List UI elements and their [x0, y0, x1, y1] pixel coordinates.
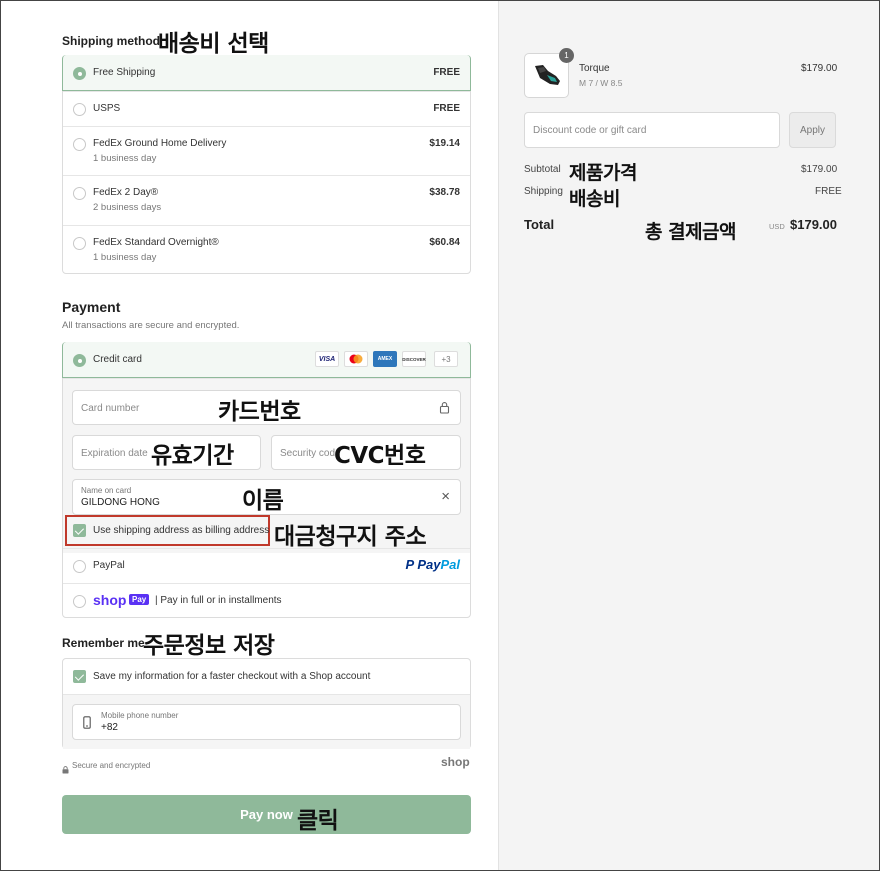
credit-card-label: Credit card: [93, 354, 142, 365]
secure-text: Secure and encrypted: [72, 761, 151, 770]
radio-button[interactable]: [73, 595, 86, 608]
paypal-logo: P PayPal: [406, 557, 460, 572]
shipping-option-detail: 1 business day: [93, 153, 157, 164]
shipping-option-price: FREE: [433, 103, 460, 114]
shipping-options-box: Free Shipping FREE USPS FREE FedEx Groun…: [62, 55, 471, 274]
security-code-placeholder: Security code: [280, 448, 341, 459]
radio-button[interactable]: [73, 354, 86, 367]
total-annotation: 총 결제금액: [645, 221, 737, 243]
save-info-checkbox[interactable]: [73, 670, 86, 683]
shop-pay-badge: Pay: [129, 594, 150, 605]
shipping-option-label: USPS: [93, 103, 121, 114]
billing-checkbox-label: Use shipping address as billing address: [93, 525, 270, 536]
product-price: $179.00: [801, 63, 838, 74]
payment-subtitle: All transactions are secure and encrypte…: [62, 320, 240, 331]
phone-icon: [83, 716, 91, 734]
payment-option-paypal[interactable]: PayPal P PayPal: [63, 548, 470, 583]
shipping-option-price: $60.84: [429, 237, 460, 248]
shipping-cost-annotation: 배송비: [569, 188, 620, 210]
discover-icon: DISCOVER: [402, 351, 426, 367]
shipping-option-label: FedEx Ground Home Delivery: [93, 138, 227, 149]
mobile-phone-field[interactable]: Mobile phone number +82: [72, 704, 461, 740]
security-code-annotation: CVC번호: [334, 443, 426, 469]
card-number-annotation: 카드번호: [218, 399, 301, 425]
shipping-option-label: FedEx Standard Overnight®: [93, 237, 219, 248]
payment-option-shop-pay[interactable]: shop Pay | Pay in full or in installment…: [63, 583, 470, 618]
total-label: Total: [524, 217, 555, 232]
payment-methods-box: Credit card VISA AMEX DISCOVER +3 Card n…: [62, 342, 471, 618]
shipping-option-label: Free Shipping: [93, 67, 156, 78]
card-number-placeholder: Card number: [81, 403, 140, 414]
paypal-logo-text-pal: Pal: [440, 557, 460, 572]
quantity-badge: 1: [559, 48, 574, 63]
discount-code-input[interactable]: Discount code or gift card: [524, 112, 780, 148]
visa-icon: VISA: [315, 351, 339, 367]
pay-now-button[interactable]: Pay now: [62, 795, 471, 834]
save-info-row: Save my information for a faster checkou…: [63, 659, 470, 694]
more-cards-badge: +3: [434, 351, 458, 367]
subtotal-value: $179.00: [801, 164, 838, 175]
radio-button[interactable]: [73, 138, 86, 151]
payment-option-credit-card[interactable]: Credit card VISA AMEX DISCOVER +3: [62, 342, 471, 378]
shipping-option-price: FREE: [433, 67, 460, 78]
shop-pay-label: | Pay in full or in installments: [155, 595, 282, 606]
shipping-option-fedex-overnight[interactable]: FedEx Standard Overnight® 1 business day…: [63, 225, 470, 274]
shipping-option-detail: 2 business days: [93, 202, 162, 213]
lock-small-icon: [62, 761, 69, 779]
paypal-label: PayPal: [93, 560, 125, 571]
phone-row: Mobile phone number +82: [63, 694, 470, 749]
discount-placeholder: Discount code or gift card: [533, 125, 647, 136]
shop-logo: shop: [441, 755, 470, 769]
paypal-logo-text-pay: Pay: [417, 557, 441, 572]
phone-label: Mobile phone number: [101, 711, 179, 720]
total-value: $179.00: [790, 217, 837, 232]
shipping-option-detail: 1 business day: [93, 252, 157, 263]
shipping-annotation: 배송비 선택: [158, 31, 269, 57]
name-annotation: 이름: [242, 488, 284, 514]
expiration-annotation: 유효기간: [151, 443, 234, 469]
phone-value: +82: [101, 722, 118, 733]
subtotal-label: Subtotal: [524, 164, 561, 175]
shipping-option-fedex-ground[interactable]: FedEx Ground Home Delivery 1 business da…: [63, 126, 470, 175]
shipping-option-fedex-2day[interactable]: FedEx 2 Day® 2 business days $38.78: [63, 175, 470, 225]
currency-label: USD: [769, 222, 785, 231]
expiration-placeholder: Expiration date: [81, 448, 148, 459]
remember-me-title: Remember me: [62, 636, 145, 650]
apply-button[interactable]: Apply: [789, 112, 836, 148]
shipping-option-price: $19.14: [429, 138, 460, 149]
radio-button[interactable]: [73, 560, 86, 573]
product-name: Torque: [579, 63, 610, 74]
name-on-card-value: GILDONG HONG: [81, 497, 160, 508]
remember-me-box: Save my information for a faster checkou…: [62, 658, 471, 749]
shipping-label: Shipping: [524, 186, 563, 197]
lock-icon: [439, 401, 450, 419]
subtotal-annotation: 제품가격: [569, 162, 637, 184]
amex-icon: AMEX: [373, 351, 397, 367]
payment-title: Payment: [62, 299, 121, 315]
shipping-option-price: $38.78: [429, 187, 460, 198]
shipping-method-title: Shipping method: [62, 34, 160, 48]
shop-pay-logo: shop: [93, 592, 127, 608]
save-info-label: Save my information for a faster checkou…: [93, 671, 371, 682]
shipping-value: FREE: [815, 186, 842, 197]
mastercard-icon: [344, 351, 368, 367]
radio-button[interactable]: [73, 187, 86, 200]
shipping-option-usps[interactable]: USPS FREE: [63, 91, 470, 126]
paypal-p-mark: P: [405, 557, 414, 572]
pay-now-label: Pay now: [240, 807, 293, 822]
shipping-option-label: FedEx 2 Day®: [93, 187, 159, 198]
radio-button[interactable]: [73, 237, 86, 250]
shipping-option-free[interactable]: Free Shipping FREE: [62, 55, 471, 91]
radio-button[interactable]: [73, 103, 86, 116]
clear-icon[interactable]: ×: [441, 489, 450, 504]
radio-button[interactable]: [73, 67, 86, 80]
remember-me-annotation: 주문정보 저장: [143, 633, 275, 659]
name-on-card-label: Name on card: [81, 486, 132, 495]
billing-annotation: 대금청구지 주소: [274, 524, 427, 550]
product-variant: M 7 / W 8.5: [579, 78, 623, 88]
pay-now-annotation: 클릭: [297, 808, 339, 834]
billing-checkbox[interactable]: [73, 524, 86, 537]
